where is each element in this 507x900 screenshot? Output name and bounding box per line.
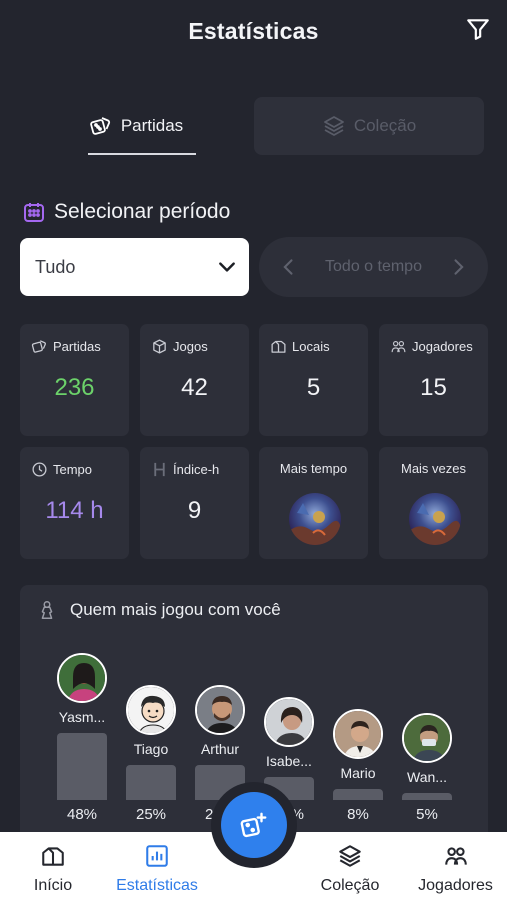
- avatar: [126, 685, 176, 735]
- avatar: [264, 697, 314, 747]
- chevron-right-icon[interactable]: [448, 256, 468, 278]
- stat-label-text: Partidas: [53, 339, 101, 354]
- player-name: Yasm...: [58, 709, 106, 725]
- stat-label: Mais tempo: [259, 461, 368, 476]
- add-match-button[interactable]: [221, 792, 287, 858]
- avatar: [57, 653, 107, 703]
- stat-label: Jogadores: [390, 338, 473, 355]
- add-match-icon: [240, 812, 267, 838]
- filter-icon[interactable]: [465, 16, 491, 42]
- percentage-bar: [333, 789, 383, 800]
- players-icon: [391, 340, 406, 353]
- avatar: [195, 685, 245, 735]
- nav-label: Início: [33, 877, 73, 894]
- layers-icon: [323, 116, 344, 136]
- stat-card-tempo[interactable]: Tempo 114 h: [20, 447, 129, 559]
- percentage-bar: [402, 793, 452, 800]
- tab-colecao[interactable]: Coleção: [254, 97, 484, 155]
- dice-icon: [31, 340, 46, 353]
- h-icon: [154, 462, 165, 477]
- tab-label: Coleção: [353, 116, 417, 135]
- players-icon: [444, 847, 467, 865]
- period-select-value: Tudo: [35, 256, 76, 277]
- tab-label: Partidas: [120, 116, 184, 135]
- period-select[interactable]: Tudo: [20, 238, 249, 296]
- stat-label: Tempo: [31, 461, 92, 478]
- chevron-left-icon[interactable]: [279, 256, 299, 278]
- player-column[interactable]: Wan... 5%: [396, 585, 458, 845]
- stat-value: 114 h: [45, 497, 104, 524]
- stat-card-mais-tempo[interactable]: Mais tempo: [259, 447, 368, 559]
- nav-label: Coleção: [320, 877, 380, 894]
- stat-label-text: Mais vezes: [400, 461, 467, 476]
- dice-icon: [90, 117, 110, 135]
- period-label: Selecionar período: [54, 200, 231, 223]
- stat-label-text: Locais: [292, 339, 330, 354]
- stat-card-partidas[interactable]: Partidas 236: [20, 324, 129, 436]
- game-cover-image: [289, 493, 341, 545]
- stat-label: Partidas: [31, 338, 101, 355]
- home-icon: [42, 847, 64, 866]
- stat-label: Mais vezes: [379, 461, 488, 476]
- stat-card-jogos[interactable]: Jogos 42: [140, 324, 249, 436]
- player-name: Arthur: [200, 741, 240, 757]
- game-cover-image: [409, 493, 461, 545]
- header: Estatísticas: [0, 0, 507, 70]
- calendar-icon: [24, 203, 44, 222]
- player-percent: 8%: [347, 806, 369, 823]
- stat-value: 236: [54, 374, 95, 401]
- stat-label-text: Índice-h: [173, 462, 220, 477]
- chevron-down-icon: [219, 262, 235, 272]
- period-heading: Selecionar período: [22, 198, 230, 226]
- player-percent: 48%: [66, 806, 98, 823]
- stat-card-indice-h[interactable]: Índice-h 9: [140, 447, 249, 559]
- player-name: Wan...: [407, 769, 447, 785]
- player-column[interactable]: Mario 8%: [327, 585, 389, 845]
- stat-label: Locais: [270, 338, 330, 355]
- stat-value: 42: [181, 374, 208, 401]
- stat-value: 9: [187, 497, 202, 524]
- nav-item-inicio[interactable]: Início: [14, 832, 92, 900]
- tab-bar: Partidas Coleção: [20, 97, 484, 157]
- percentage-bar: [57, 733, 107, 800]
- active-tab-indicator: [88, 153, 196, 155]
- player-percent: 5%: [416, 806, 438, 823]
- nav-item-jogadores[interactable]: Jogadores: [408, 832, 503, 900]
- player-column[interactable]: Yasm... 48%: [51, 585, 113, 845]
- box-icon: [153, 339, 166, 354]
- player-name: Isabe...: [266, 753, 312, 769]
- stat-label-text: Mais tempo: [279, 461, 348, 476]
- stat-label: Índice-h: [151, 461, 219, 478]
- clock-icon: [32, 462, 47, 477]
- avatar: [402, 713, 452, 763]
- stat-label-text: Jogos: [173, 339, 208, 354]
- layers-icon: [339, 845, 361, 867]
- page-title: Estatísticas: [188, 18, 319, 44]
- avatar: [333, 709, 383, 759]
- stat-label-text: Jogadores: [412, 339, 473, 354]
- percentage-bar: [126, 765, 176, 800]
- stat-label-text: Tempo: [53, 462, 93, 477]
- stat-value: 15: [420, 374, 447, 401]
- stat-card-jogadores[interactable]: Jogadores 15: [379, 324, 488, 436]
- player-name: Tiago: [133, 741, 169, 757]
- nav-item-estatisticas[interactable]: Estatísticas: [104, 832, 210, 900]
- nav-item-colecao[interactable]: Coleção: [310, 832, 390, 900]
- player-column[interactable]: Tiago 25%: [120, 585, 182, 845]
- location-icon: [271, 340, 286, 353]
- stat-value: 5: [306, 374, 321, 401]
- stat-card-mais-vezes[interactable]: Mais vezes: [379, 447, 488, 559]
- nav-label: Estatísticas: [116, 877, 198, 894]
- date-range-control: Todo o tempo: [259, 237, 488, 297]
- stat-card-locais[interactable]: Locais 5: [259, 324, 368, 436]
- chart-icon: [146, 845, 168, 867]
- date-range-label: Todo o tempo: [325, 258, 422, 275]
- player-percent: 25%: [135, 806, 167, 823]
- stat-label: Jogos: [151, 338, 208, 355]
- player-name: Mario: [340, 765, 376, 781]
- nav-label: Jogadores: [418, 877, 493, 894]
- tab-partidas[interactable]: Partidas: [20, 97, 252, 155]
